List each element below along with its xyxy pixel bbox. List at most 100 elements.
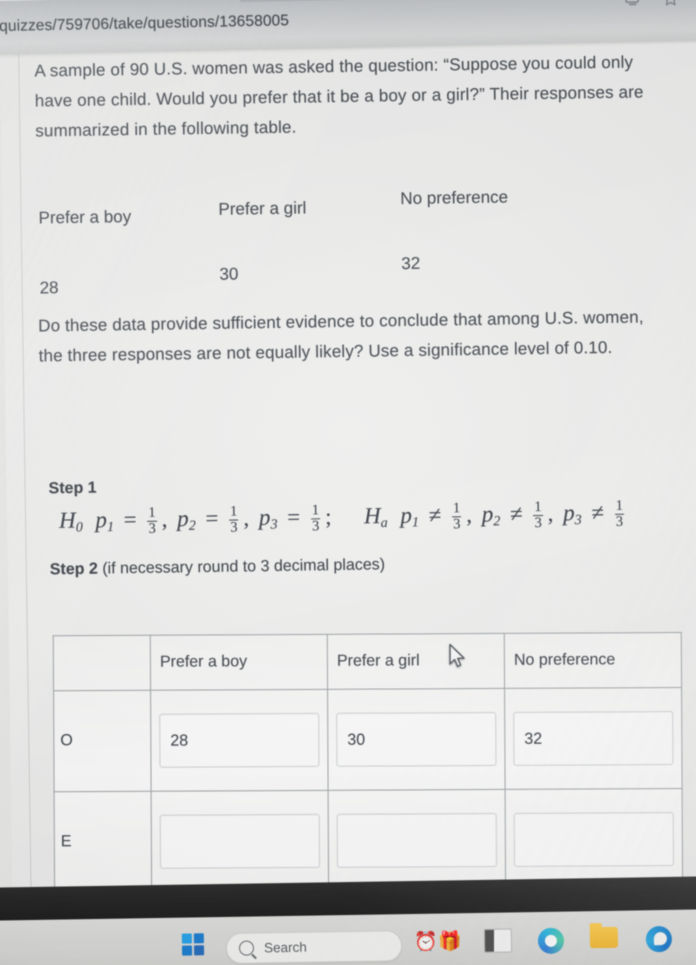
frac-den: 3 <box>534 514 542 531</box>
h0-eq-2: = <box>205 505 219 531</box>
ha-p1-sub: 1 <box>411 515 420 531</box>
step-2-title: Step 2 <box>49 560 98 579</box>
h0-p1-sub: 1 <box>106 519 115 536</box>
row-label-expected: E <box>54 791 152 893</box>
browser-tab-strip[interactable] <box>239 0 450 3</box>
frac-num: 1 <box>533 499 543 516</box>
ha-p3-sub: 3 <box>574 513 582 529</box>
h0-p1: p <box>95 507 108 533</box>
observed-cell-girl: 30 <box>327 688 506 791</box>
row-label-observed: O <box>53 690 152 792</box>
ha-p3: p <box>562 500 575 526</box>
question-conclusion-paragraph: Do these data provide sufficient evidenc… <box>38 307 644 366</box>
summary-header-row: Prefer a boy Prefer a girl No preference <box>32 179 673 256</box>
frac-den: 3 <box>615 513 624 530</box>
summary-header-prefer-girl: Prefer a girl <box>218 198 307 219</box>
observed-input-nopref[interactable]: 32 <box>513 711 674 766</box>
summary-header-no-preference: No preference <box>400 187 509 209</box>
step-2-label: Step 2 (if necessary round to 3 decimal … <box>50 556 385 579</box>
table-row: E <box>54 788 683 893</box>
summary-value-prefer-girl: 30 <box>219 264 239 284</box>
start-button[interactable] <box>181 933 205 956</box>
windows-logo-icon <box>181 933 205 956</box>
null-hypothesis-symbol: H <box>58 507 76 533</box>
app-window-icon[interactable] <box>483 928 513 953</box>
step-2-note: (if necessary round to 3 decimal places) <box>97 556 386 578</box>
expected-input-girl[interactable] <box>336 812 497 868</box>
answer-corner-cell <box>53 635 151 691</box>
answer-header-prefer-girl: Prefer a girl <box>327 633 505 690</box>
observed-cell-boy: 28 <box>150 689 329 792</box>
ha-p2-sub: 2 <box>493 514 501 530</box>
search-icon <box>238 940 255 956</box>
h0-p2-sub: 2 <box>188 518 196 534</box>
cast-icon[interactable] <box>624 0 642 13</box>
h0-frac-2: 13 <box>228 503 239 536</box>
row-label-text: O <box>60 732 73 750</box>
search-input[interactable]: Search <box>225 930 403 964</box>
ha-neq-1: ≠ <box>428 502 442 528</box>
summary-header-prefer-boy: Prefer a boy <box>38 207 132 228</box>
answer-header-label: Prefer a boy <box>159 653 248 671</box>
file-explorer-icon[interactable] <box>589 926 619 949</box>
null-hypothesis-subscript: 0 <box>75 520 83 536</box>
hypothesis-statement: H0 p1 = 13, p2 = 13, p3 = 1 3; Ha p1 ≠ 13… <box>58 497 625 537</box>
frac-den: 3 <box>453 516 461 533</box>
answer-grid-table: Prefer a boy Prefer a girl No preference… <box>52 631 684 917</box>
frac-num: 1 <box>147 504 157 522</box>
summary-value-prefer-boy: 28 <box>39 278 59 298</box>
copilot-icon[interactable] <box>537 927 565 955</box>
screen-photo: 1/quizzes/759706/take/questions/13658005… <box>0 0 696 965</box>
frac-num: 1 <box>310 502 321 520</box>
answer-header-label: Prefer a girl <box>336 652 420 670</box>
row-label-text: E <box>60 833 72 851</box>
ha-frac-1: 13 <box>451 500 462 533</box>
content-left-divider <box>17 43 33 924</box>
frac-den: 3 <box>311 518 320 535</box>
frac-den: 3 <box>230 519 238 536</box>
h0-frac-1: 13 <box>147 504 157 537</box>
frac-den: 3 <box>148 520 156 537</box>
answer-header-row: Prefer a boy Prefer a girl No preference <box>53 632 682 691</box>
answer-header-no-preference: No preference <box>504 632 682 689</box>
expected-input-nopref[interactable] <box>513 812 674 867</box>
h0-p2: p <box>176 505 189 532</box>
quiz-page-content: A sample of 90 U.S. women was asked the … <box>0 33 696 924</box>
frac-num: 1 <box>451 500 462 518</box>
h0-p3: p <box>258 504 271 530</box>
alt-hypothesis-subscript: a <box>380 515 388 532</box>
step-1-label: Step 1 <box>48 479 97 498</box>
frac-num: 1 <box>614 497 625 515</box>
h0-p3-sub: 3 <box>270 517 278 533</box>
expected-cell-girl <box>328 789 506 892</box>
expected-cell-nopref <box>505 788 683 891</box>
expected-cell-boy <box>151 790 329 893</box>
answer-header-prefer-boy: Prefer a boy <box>150 634 328 691</box>
expected-input-boy[interactable] <box>159 813 320 869</box>
frac-num: 1 <box>228 503 239 521</box>
gift-icon[interactable]: 🎁 <box>438 929 462 955</box>
ha-frac-3: 13 <box>614 497 625 530</box>
alt-hypothesis-symbol: H <box>363 503 381 529</box>
alarm-clock-icon[interactable]: ⏰ <box>414 930 438 956</box>
ha-neq-3: ≠ <box>591 499 605 525</box>
answer-header-label: No preference <box>513 651 616 669</box>
h0-eq-3: = <box>286 504 301 530</box>
ha-frac-2: 13 <box>533 499 543 531</box>
ha-p2: p <box>481 501 494 527</box>
h0-frac-3: 13 <box>310 502 321 535</box>
ha-neq-2: ≠ <box>509 501 523 527</box>
observed-input-boy[interactable]: 28 <box>159 712 320 768</box>
summary-value-no-preference: 32 <box>401 253 421 274</box>
star-icon[interactable] <box>661 0 679 13</box>
question-intro-paragraph: A sample of 90 U.S. women was asked the … <box>34 52 644 141</box>
hypothesis-separator: ; <box>324 503 332 529</box>
search-placeholder-label: Search <box>263 939 307 956</box>
observed-cell-nopref: 32 <box>504 687 683 790</box>
h0-eq-1: = <box>123 506 137 532</box>
edge-browser-icon[interactable] <box>645 925 673 953</box>
table-row: O 28 30 32 <box>53 687 683 792</box>
observed-input-girl[interactable]: 30 <box>336 711 497 767</box>
address-bar-url[interactable]: 1/quizzes/759706/take/questions/13658005 <box>0 12 289 36</box>
ha-p1: p <box>400 502 413 528</box>
